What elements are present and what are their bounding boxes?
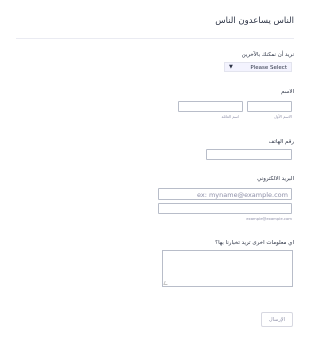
form-title: الناس يساعدون الناس (215, 16, 294, 26)
resize-grip-icon[interactable] (163, 281, 169, 285)
last-name-sublabel: اسم العائلة (221, 114, 239, 119)
email-sublabel: example@example.com (246, 216, 292, 221)
help-select[interactable]: ▼ Please Select (224, 62, 292, 72)
submit-button[interactable]: الإرسال (261, 312, 293, 327)
first-name-input[interactable] (247, 101, 292, 112)
name-label: الاسم (281, 89, 294, 95)
chevron-down-icon: ▼ (229, 64, 233, 70)
email-confirm-input[interactable] (158, 203, 292, 214)
help-select-value: Please Select (250, 64, 287, 71)
more-info-textarea[interactable] (162, 250, 293, 287)
phone-input[interactable] (206, 149, 292, 160)
phone-label: رقم الهاتف (268, 139, 294, 145)
last-name-input[interactable] (178, 101, 243, 112)
email-label: البريد الالكتروني (257, 176, 294, 182)
email-input[interactable]: ex: myname@example.com (158, 188, 292, 200)
first-name-sublabel: الاسم الأول (274, 114, 292, 119)
email-placeholder: ex: myname@example.com (196, 190, 288, 199)
more-info-label: اي معلومات اخرى تريد تخبارنا بها؟ (215, 240, 294, 246)
help-question-label: نريد أن نمكنك بالآخرين (241, 52, 294, 58)
title-divider (16, 38, 294, 39)
